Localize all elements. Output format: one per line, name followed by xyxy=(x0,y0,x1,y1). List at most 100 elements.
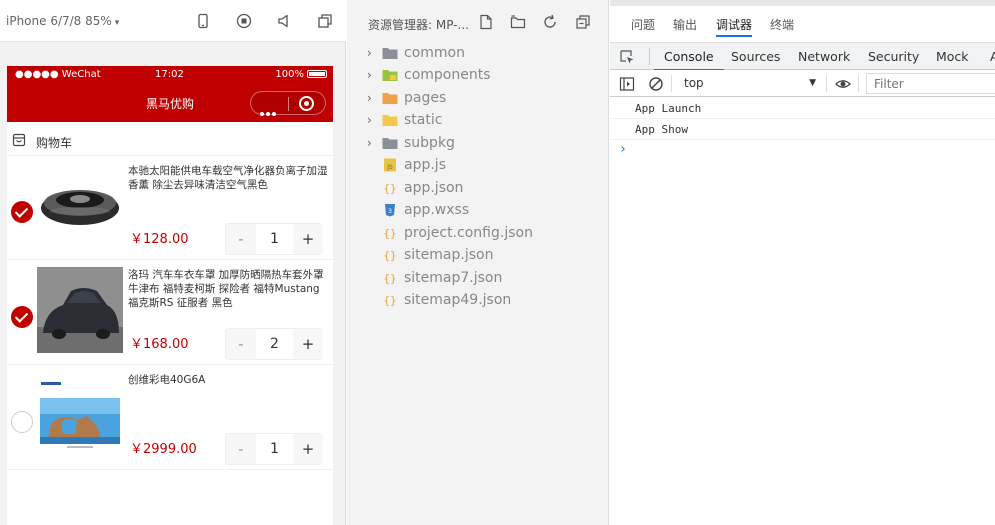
product-image[interactable] xyxy=(37,267,123,353)
explorer-title: 资源管理器: MP-... xyxy=(368,18,469,32)
item-checkbox[interactable] xyxy=(11,411,33,433)
volume-icon[interactable] xyxy=(276,13,292,29)
cart-item: 本驰太阳能供电车载空气净化器负离子加湿香薰 除尘去异味清洁空气黑色 ￥128.0… xyxy=(7,157,333,260)
battery-icon xyxy=(307,70,327,78)
decrement-button[interactable]: - xyxy=(226,329,256,359)
increment-button[interactable]: + xyxy=(293,224,323,254)
json-file-icon: {} xyxy=(383,227,396,240)
item-checkbox[interactable] xyxy=(11,201,33,223)
tab-console[interactable]: Console xyxy=(654,49,724,71)
item-title: 本驰太阳能供电车载空气净化器负离子加湿香薰 除尘去异味清洁空气黑色 xyxy=(128,165,328,191)
tree-file-sitemap[interactable]: {} sitemap.json xyxy=(347,245,609,267)
tree-file-app-wxss[interactable]: 3 app.wxss xyxy=(347,200,609,222)
tab-output[interactable]: 输出 xyxy=(673,16,697,33)
quantity-input[interactable]: 2 xyxy=(256,329,293,359)
context-select-value: top xyxy=(684,76,704,90)
toolbar-divider xyxy=(671,75,672,92)
product-image[interactable] xyxy=(37,163,123,249)
tab-mock[interactable]: Mock xyxy=(936,49,969,64)
item-checkbox[interactable] xyxy=(11,306,33,328)
device-select[interactable]: iPhone 6/7/8 85% ▾ xyxy=(6,14,119,28)
tree-folder-static[interactable]: › static xyxy=(347,110,609,132)
chevron-right-icon: › xyxy=(367,91,372,105)
device-select-label: iPhone 6/7/8 85% xyxy=(6,14,112,28)
item-price: ￥168.00 xyxy=(130,337,189,352)
new-file-icon[interactable] xyxy=(478,14,494,30)
detach-window-icon[interactable] xyxy=(317,13,333,29)
tab-problems[interactable]: 问题 xyxy=(631,16,655,33)
tree-item-label: app.json xyxy=(404,180,464,196)
eye-icon[interactable] xyxy=(835,76,851,92)
capsule-divider xyxy=(288,97,289,111)
chevron-right-icon: › xyxy=(367,68,372,82)
tree-item-label: sitemap49.json xyxy=(404,292,512,308)
tree-file-sitemap49[interactable]: {} sitemap49.json xyxy=(347,290,609,312)
tree-folder-pages[interactable]: › pages xyxy=(347,88,609,110)
devtools-tabs: Console Sources Network Security Mock A xyxy=(610,42,995,71)
cart-header: 购物车 xyxy=(7,126,333,156)
item-price: ￥128.00 xyxy=(130,232,189,247)
tab-security[interactable]: Security xyxy=(868,49,919,64)
tree-item-label: sitemap.json xyxy=(404,247,494,263)
product-image[interactable] xyxy=(37,374,123,460)
increment-button[interactable]: + xyxy=(293,329,323,359)
decrement-button[interactable]: - xyxy=(226,224,256,254)
folder-icon xyxy=(382,48,398,59)
console-prompt[interactable]: › xyxy=(619,142,627,157)
quantity-stepper: - 2 + xyxy=(225,328,323,360)
cart-item: 洛玛 汽车车衣车罩 加厚防晒隔热车套外罩牛津布 福特麦柯斯 探险者 福特Must… xyxy=(7,262,333,365)
filter-input[interactable]: Filter xyxy=(866,73,995,94)
tree-folder-components[interactable]: › components xyxy=(347,65,609,87)
more-icon[interactable] xyxy=(260,101,280,116)
tree-item-label: app.js xyxy=(404,157,446,173)
new-folder-icon[interactable] xyxy=(510,14,526,30)
tree-folder-common[interactable]: › common xyxy=(347,43,609,65)
refresh-icon[interactable] xyxy=(542,14,558,30)
tree-file-app-json[interactable]: {} app.json xyxy=(347,178,609,200)
quantity-input[interactable]: 1 xyxy=(256,434,293,464)
item-title: 洛玛 汽车车衣车罩 加厚防晒隔热车套外罩牛津布 福特麦柯斯 探险者 福特Must… xyxy=(128,269,324,309)
sidebar-toggle-icon[interactable] xyxy=(619,76,635,92)
json-file-icon: {} xyxy=(383,272,396,285)
inspect-element-icon[interactable] xyxy=(619,49,635,65)
svg-text:{}: {} xyxy=(383,182,396,195)
phone-icon[interactable] xyxy=(195,13,211,29)
folder-pages-icon xyxy=(382,93,398,104)
tree-file-app-js[interactable]: JS app.js xyxy=(347,155,609,177)
clear-console-icon[interactable] xyxy=(648,76,664,92)
svg-text:{}: {} xyxy=(383,294,396,307)
decrement-button[interactable]: - xyxy=(226,434,256,464)
stop-icon[interactable] xyxy=(236,13,252,29)
toolbar-divider xyxy=(858,75,859,92)
tree-item-label: pages xyxy=(404,90,447,106)
svg-text:{}: {} xyxy=(383,249,396,262)
json-file-icon: {} xyxy=(383,182,396,195)
chevron-right-icon: › xyxy=(367,46,372,60)
chevron-right-icon: › xyxy=(367,136,372,150)
tab-divider xyxy=(649,48,650,65)
folder-static-icon xyxy=(382,115,398,126)
collapse-all-icon[interactable] xyxy=(575,14,591,30)
tree-file-project-config[interactable]: {} project.config.json xyxy=(347,223,609,245)
tree-item-label: static xyxy=(404,112,443,128)
cart-item: 创维彩电40G6A ￥2999.00 - 1 + xyxy=(7,367,333,470)
tree-file-sitemap7[interactable]: {} sitemap7.json xyxy=(347,268,609,290)
tab-debugger[interactable]: 调试器 xyxy=(716,16,753,37)
tab-terminal[interactable]: 终端 xyxy=(770,16,794,33)
panel-tabs: 问题 输出 调试器 终端 xyxy=(610,6,995,42)
folder-icon xyxy=(382,138,398,149)
quantity-input[interactable]: 1 xyxy=(256,224,293,254)
increment-button[interactable]: + xyxy=(293,434,323,464)
nav-bar: 黑马优购 xyxy=(7,84,333,122)
tree-folder-subpkg[interactable]: › subpkg xyxy=(347,133,609,155)
tab-sources[interactable]: Sources xyxy=(731,49,780,64)
tab-network[interactable]: Network xyxy=(798,49,850,64)
tree-item-label: app.wxss xyxy=(404,202,470,218)
context-select[interactable]: top ▼ xyxy=(674,73,822,93)
caret-down-icon: ▼ xyxy=(809,78,816,88)
close-mini-program-icon[interactable] xyxy=(299,96,314,111)
js-file-icon: JS xyxy=(384,158,396,172)
tab-more[interactable]: A xyxy=(990,49,995,64)
cart-label: 购物车 xyxy=(36,136,73,150)
devtools-pane: 问题 输出 调试器 终端 Console Sources Network Sec… xyxy=(610,0,995,525)
